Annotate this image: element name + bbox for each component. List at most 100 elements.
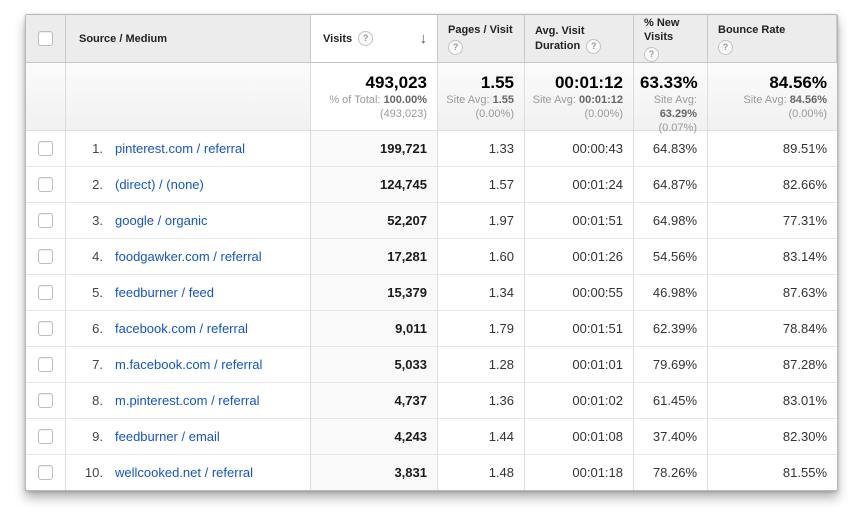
- source-medium-link[interactable]: wellcooked.net / referral: [115, 465, 253, 480]
- help-icon[interactable]: ?: [644, 47, 659, 62]
- source-medium-link[interactable]: (direct) / (none): [115, 177, 204, 192]
- table-header-row: Source / Medium Visits ? ↓ Pages / Visit…: [26, 15, 837, 63]
- column-header-avg-visit-duration[interactable]: Avg. Visit Duration ?: [525, 15, 634, 63]
- row-bounce-value: 81.55%: [708, 455, 837, 490]
- help-icon[interactable]: ?: [448, 40, 463, 55]
- row-source-cell: 2. (direct) / (none): [66, 167, 311, 202]
- row-bounce-value: 87.63%: [708, 275, 837, 310]
- row-check-cell: [26, 347, 66, 382]
- source-medium-link[interactable]: feedburner / feed: [115, 285, 214, 300]
- row-index: 4.: [79, 249, 103, 264]
- row-source-cell: 10. wellcooked.net / referral: [66, 455, 311, 490]
- row-bounce-value: 77.31%: [708, 203, 837, 238]
- row-bounce-value: 82.30%: [708, 419, 837, 454]
- sort-descending-icon[interactable]: ↓: [420, 30, 428, 47]
- row-duration-value: 00:01:01: [525, 347, 634, 382]
- row-checkbox[interactable]: [38, 429, 53, 444]
- row-visits-value: 4,737: [311, 383, 438, 418]
- summary-pages-cell: 1.55 Site Avg: 1.55 (0.00%): [438, 63, 525, 131]
- row-pages-value: 1.57: [438, 167, 525, 202]
- avg-visit-duration-header-label-line2: Duration: [535, 39, 580, 53]
- row-source-cell: 1. pinterest.com / referral: [66, 131, 311, 166]
- row-source-cell: 6. facebook.com / referral: [66, 311, 311, 346]
- duration-avg-paren: (0.00%): [531, 107, 623, 121]
- column-header-new-visits[interactable]: % New Visits ?: [634, 15, 708, 63]
- row-index: 1.: [79, 141, 103, 156]
- table-row: 2. (direct) / (none) 124,745 1.57 00:01:…: [26, 167, 837, 203]
- row-new-visits-value: 79.69%: [634, 347, 708, 382]
- row-visits-value: 5,033: [311, 347, 438, 382]
- row-checkbox[interactable]: [38, 357, 53, 372]
- row-source-cell: 3. google / organic: [66, 203, 311, 238]
- row-pages-value: 1.79: [438, 311, 525, 346]
- table-row: 1. pinterest.com / referral 199,721 1.33…: [26, 131, 837, 167]
- row-duration-value: 00:00:55: [525, 275, 634, 310]
- row-duration-value: 00:01:18: [525, 455, 634, 490]
- avg-visit-duration-header-label-line1: Avg. Visit: [535, 24, 585, 38]
- column-header-source-medium[interactable]: Source / Medium: [66, 15, 311, 63]
- row-checkbox[interactable]: [38, 141, 53, 156]
- bounce-rate-header-label: Bounce Rate: [718, 23, 785, 37]
- source-medium-link[interactable]: m.facebook.com / referral: [115, 357, 262, 372]
- column-header-pages-visit[interactable]: Pages / Visit ?: [438, 15, 525, 63]
- row-index: 8.: [79, 393, 103, 408]
- new-visits-header-label: % New Visits: [644, 16, 707, 44]
- row-checkbox[interactable]: [38, 465, 53, 480]
- row-pages-value: 1.34: [438, 275, 525, 310]
- row-source-cell: 8. m.pinterest.com / referral: [66, 383, 311, 418]
- row-checkbox[interactable]: [38, 249, 53, 264]
- row-check-cell: [26, 419, 66, 454]
- row-new-visits-value: 78.26%: [634, 455, 708, 490]
- row-checkbox[interactable]: [38, 213, 53, 228]
- new-visits-avg-value: 63.33%: [640, 72, 697, 93]
- summary-source-cell: [66, 63, 311, 131]
- row-new-visits-value: 54.56%: [634, 239, 708, 274]
- row-index: 10.: [79, 465, 103, 480]
- summary-check-cell: [26, 63, 66, 131]
- row-bounce-value: 83.01%: [708, 383, 837, 418]
- row-new-visits-value: 64.98%: [634, 203, 708, 238]
- help-icon[interactable]: ?: [358, 31, 373, 46]
- analytics-source-medium-table: Source / Medium Visits ? ↓ Pages / Visit…: [25, 14, 838, 491]
- row-checkbox[interactable]: [38, 393, 53, 408]
- row-checkbox[interactable]: [38, 177, 53, 192]
- source-medium-link[interactable]: pinterest.com / referral: [115, 141, 245, 156]
- row-pages-value: 1.28: [438, 347, 525, 382]
- select-all-checkbox[interactable]: [38, 31, 53, 46]
- row-bounce-value: 83.14%: [708, 239, 837, 274]
- row-source-cell: 7. m.facebook.com / referral: [66, 347, 311, 382]
- row-check-cell: [26, 131, 66, 166]
- summary-duration-cell: 00:01:12 Site Avg: 00:01:12 (0.00%): [525, 63, 634, 131]
- row-bounce-value: 89.51%: [708, 131, 837, 166]
- row-duration-value: 00:01:26: [525, 239, 634, 274]
- row-new-visits-value: 64.83%: [634, 131, 708, 166]
- row-source-cell: 9. feedburner / email: [66, 419, 311, 454]
- bounce-avg-subline: Site Avg: 84.56%: [714, 93, 827, 107]
- row-new-visits-value: 37.40%: [634, 419, 708, 454]
- bounce-avg-paren: (0.00%): [714, 107, 827, 121]
- help-icon[interactable]: ?: [586, 39, 601, 54]
- source-medium-link[interactable]: feedburner / email: [115, 429, 220, 444]
- summary-bounce-cell: 84.56% Site Avg: 84.56% (0.00%): [708, 63, 837, 131]
- column-header-visits[interactable]: Visits ? ↓: [311, 15, 438, 63]
- help-icon[interactable]: ?: [718, 40, 733, 55]
- row-visits-value: 4,243: [311, 419, 438, 454]
- table-row: 7. m.facebook.com / referral 5,033 1.28 …: [26, 347, 837, 383]
- source-medium-link[interactable]: google / organic: [115, 213, 208, 228]
- source-medium-link[interactable]: facebook.com / referral: [115, 321, 248, 336]
- visits-total-value: 493,023: [317, 72, 427, 93]
- row-checkbox[interactable]: [38, 321, 53, 336]
- row-checkbox[interactable]: [38, 285, 53, 300]
- source-medium-link[interactable]: m.pinterest.com / referral: [115, 393, 260, 408]
- row-new-visits-value: 61.45%: [634, 383, 708, 418]
- row-index: 9.: [79, 429, 103, 444]
- row-check-cell: [26, 203, 66, 238]
- row-visits-value: 199,721: [311, 131, 438, 166]
- column-header-bounce-rate[interactable]: Bounce Rate ?: [708, 15, 837, 63]
- source-medium-header-label: Source / Medium: [79, 33, 167, 45]
- row-duration-value: 00:01:24: [525, 167, 634, 202]
- row-new-visits-value: 46.98%: [634, 275, 708, 310]
- table-row: 9. feedburner / email 4,243 1.44 00:01:0…: [26, 419, 837, 455]
- source-medium-link[interactable]: foodgawker.com / referral: [115, 249, 262, 264]
- row-visits-value: 15,379: [311, 275, 438, 310]
